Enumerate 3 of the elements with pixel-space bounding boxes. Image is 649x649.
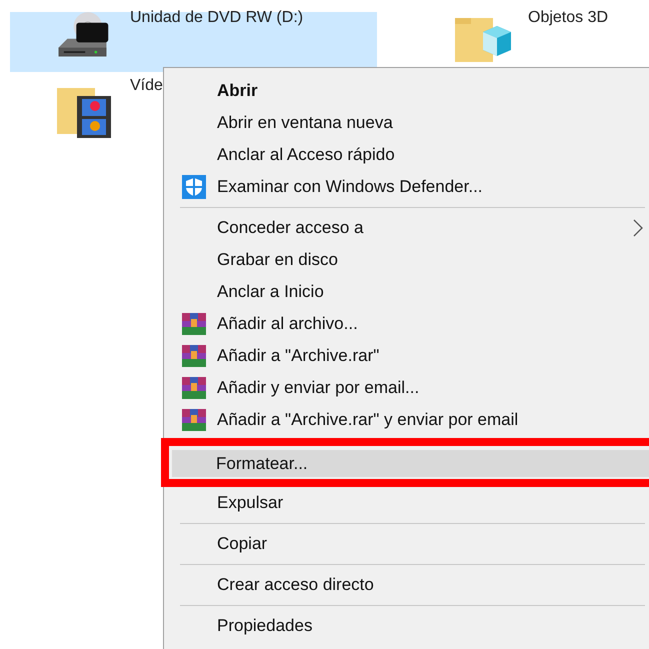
item-label: Unidad de DVD RW (D:) [130,9,304,27]
item-label: Objetos 3D [528,9,608,27]
item-label: Víde [130,77,163,95]
